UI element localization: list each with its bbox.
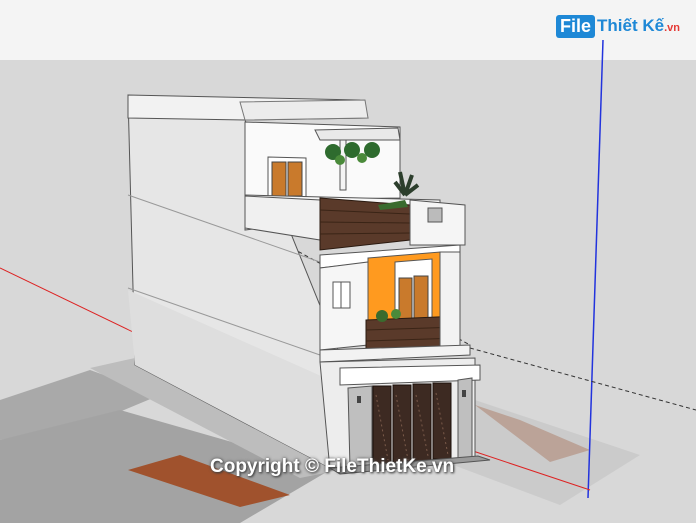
logo-domain: .vn (664, 22, 680, 34)
logo-text: Thiết Kế (597, 16, 665, 35)
right-pillar-2 (439, 251, 461, 351)
copyright-watermark: Copyright © FileThietKe.vn (210, 456, 455, 477)
3d-model-scene[interactable] (0, 0, 696, 523)
pergola-top (314, 127, 401, 141)
sketchup-viewport[interactable]: File Thiết Kế.vn Copyright © FileThietKe… (0, 0, 696, 523)
door-leaf-right-2 (413, 275, 429, 321)
wall-lamp-left (357, 396, 361, 403)
vent-grille (427, 207, 443, 223)
top-room-window-right (287, 161, 303, 197)
roof-top-box (239, 99, 369, 121)
filethietke-logo: File Thiết Kế.vn (556, 12, 680, 40)
wall-lamp-right (462, 390, 466, 397)
axis-green-dotted-right (469, 347, 696, 411)
top-room-window-left (271, 161, 287, 197)
axis-blue-vertical (587, 39, 604, 499)
logo-mark: File (556, 14, 596, 38)
